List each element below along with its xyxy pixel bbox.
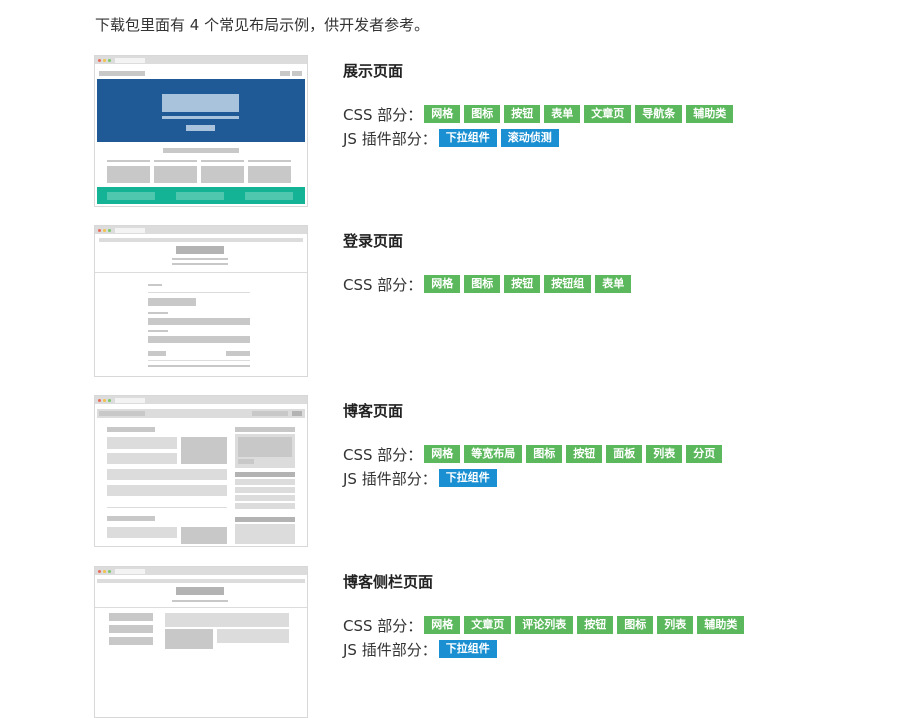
css-tag[interactable]: 评论列表 [515, 616, 574, 634]
css-tag[interactable]: 辅助类 [686, 105, 734, 123]
intro-text: 下载包里面有 4 个常见布局示例，供开发者参考。 [95, 16, 430, 34]
item-title: 博客侧栏页面 [343, 573, 434, 591]
css-tag[interactable]: 按钮 [566, 445, 603, 463]
css-tag[interactable]: 按钮组 [544, 275, 592, 293]
js-label: JS 插件部分： [343, 640, 437, 659]
item-title: 博客页面 [343, 402, 404, 420]
js-label: JS 插件部分： [343, 129, 437, 148]
css-tag[interactable]: 表单 [595, 275, 632, 293]
css-tag[interactable]: 按钮 [504, 105, 541, 123]
css-section: CSS 部分： 网格 图标 按钮 按钮组 表单 [343, 272, 635, 296]
css-tag[interactable]: 按钮 [577, 616, 614, 634]
example-login: 登录页面 CSS 部分： 网格 图标 按钮 按钮组 表单 [94, 225, 914, 377]
css-tag[interactable]: 分页 [686, 445, 723, 463]
blog-thumbnail[interactable] [94, 395, 308, 547]
css-tag[interactable]: 面板 [606, 445, 643, 463]
css-tag[interactable]: 网格 [424, 616, 461, 634]
js-tag[interactable]: 下拉组件 [438, 469, 497, 487]
example-blog-sidebar: 博客侧栏页面 CSS 部分： 网格 文章页 评论列表 按钮 图标 列表 辅助类 … [94, 566, 914, 718]
js-section: JS 插件部分： 下拉组件 [343, 466, 726, 490]
example-showcase: 展示页面 CSS 部分： 网格 图标 按钮 表单 文章页 导航条 辅助类 JS … [94, 55, 914, 207]
item-title: 展示页面 [343, 62, 404, 80]
css-tag[interactable]: 网格 [424, 445, 461, 463]
js-label: JS 插件部分： [343, 469, 437, 488]
css-label: CSS 部分： [343, 275, 423, 294]
js-tag[interactable]: 下拉组件 [438, 640, 497, 658]
js-section: JS 插件部分： 下拉组件 [343, 637, 748, 661]
css-tag[interactable]: 文章页 [584, 105, 632, 123]
css-tag[interactable]: 列表 [646, 445, 683, 463]
js-tag[interactable]: 滚动侦测 [500, 129, 559, 147]
blog-sidebar-thumbnail[interactable] [94, 566, 308, 718]
example-blog: 博客页面 CSS 部分： 网格 等宽布局 图标 按钮 面板 列表 分页 JS 插… [94, 395, 914, 547]
css-tag[interactable]: 网格 [424, 275, 461, 293]
showcase-thumbnail[interactable] [94, 55, 308, 207]
css-label: CSS 部分： [343, 616, 423, 635]
css-tag[interactable]: 文章页 [464, 616, 512, 634]
css-tag[interactable]: 按钮 [504, 275, 541, 293]
css-tag[interactable]: 表单 [544, 105, 581, 123]
css-tag[interactable]: 图标 [464, 105, 501, 123]
css-tag[interactable]: 导航条 [635, 105, 683, 123]
css-section: CSS 部分： 网格 图标 按钮 表单 文章页 导航条 辅助类 [343, 102, 737, 126]
css-tag[interactable]: 图标 [464, 275, 501, 293]
css-label: CSS 部分： [343, 445, 423, 464]
js-section: JS 插件部分： 下拉组件 滚动侦测 [343, 126, 737, 150]
css-section: CSS 部分： 网格 等宽布局 图标 按钮 面板 列表 分页 [343, 442, 726, 466]
login-thumbnail[interactable] [94, 225, 308, 377]
css-tag[interactable]: 图标 [617, 616, 654, 634]
css-section: CSS 部分： 网格 文章页 评论列表 按钮 图标 列表 辅助类 [343, 613, 748, 637]
css-tag[interactable]: 网格 [424, 105, 461, 123]
css-tag[interactable]: 辅助类 [697, 616, 745, 634]
css-tag[interactable]: 列表 [657, 616, 694, 634]
css-label: CSS 部分： [343, 105, 423, 124]
css-tag[interactable]: 图标 [526, 445, 563, 463]
item-title: 登录页面 [343, 232, 404, 250]
css-tag[interactable]: 等宽布局 [464, 445, 523, 463]
js-tag[interactable]: 下拉组件 [438, 129, 497, 147]
